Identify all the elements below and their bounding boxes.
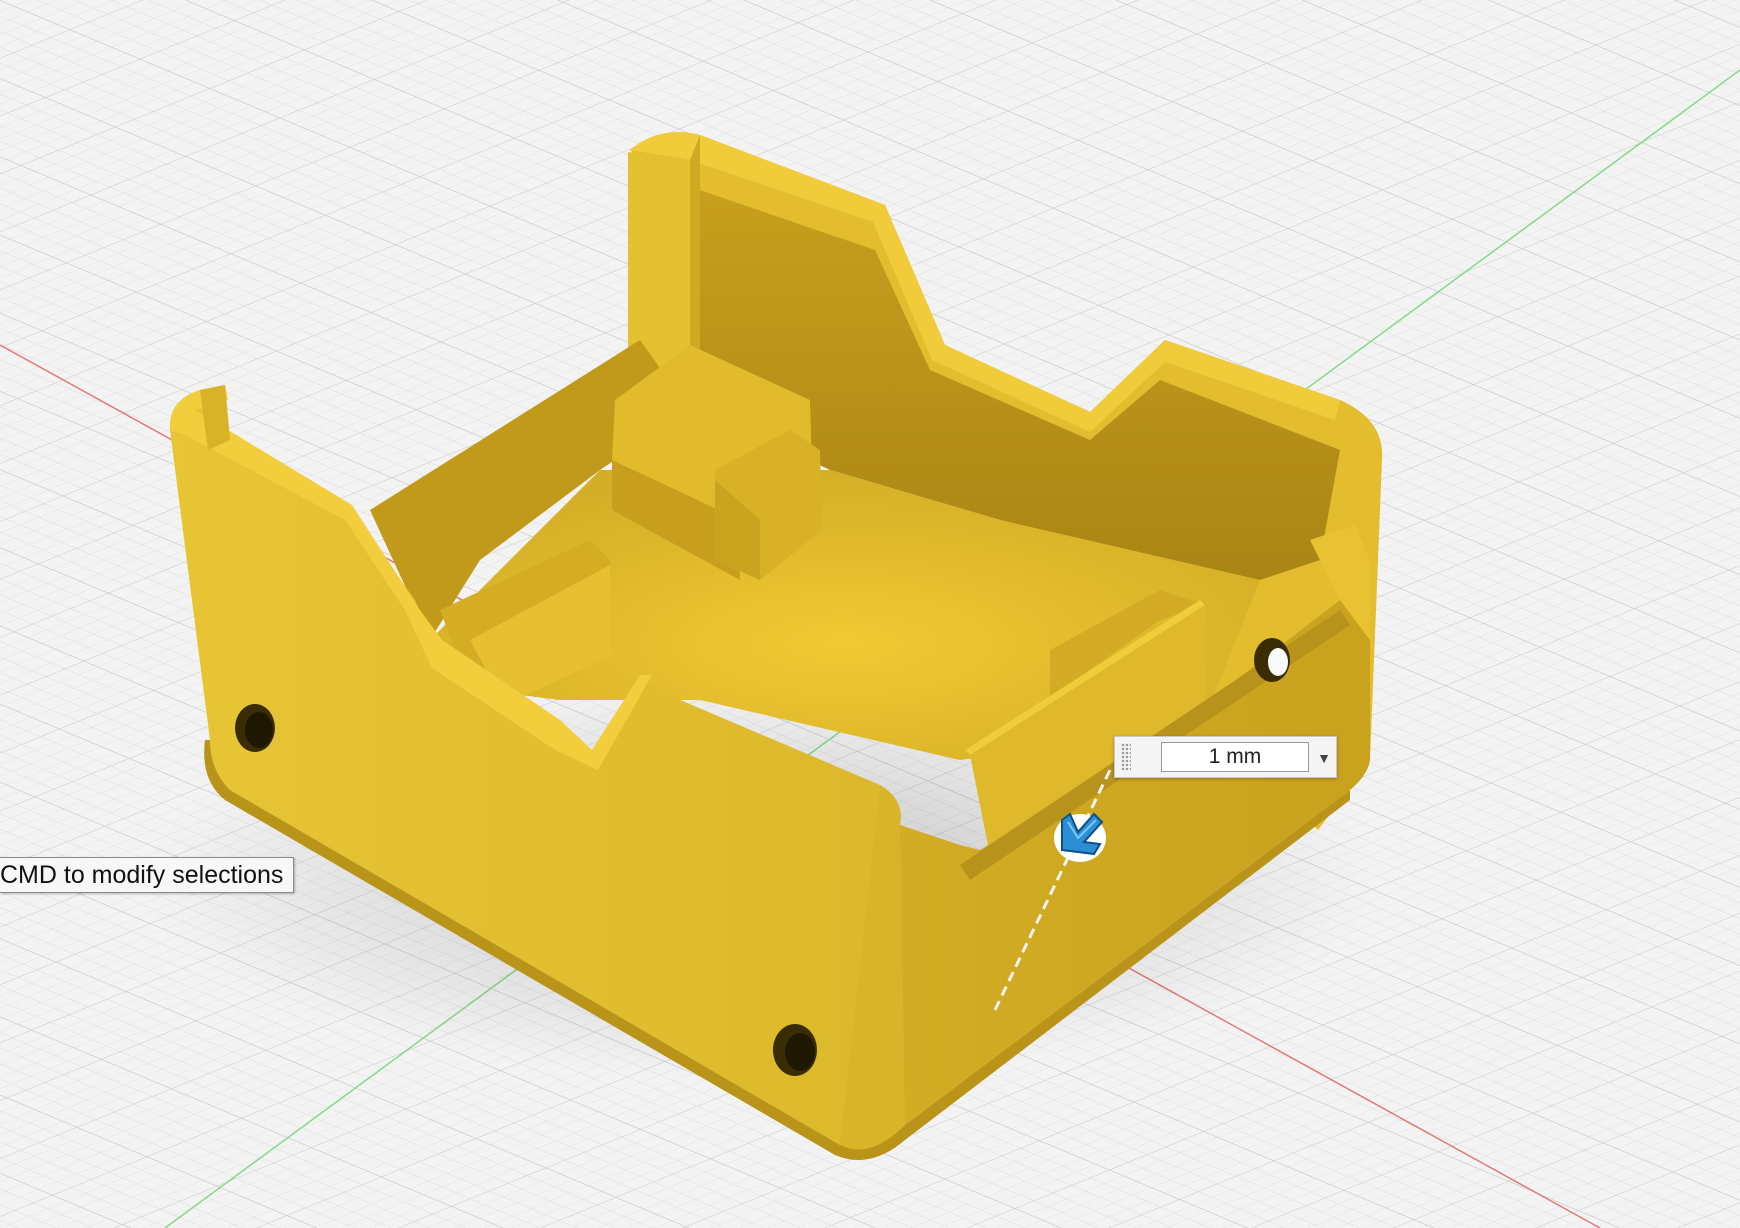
tooltip-text: CMD to modify selections [0,861,284,889]
offset-arrow-icon[interactable] [1054,812,1106,862]
canvas-viewport[interactable]: CMD to modify selections ▼ [0,0,1740,1228]
modifier-hint-tooltip: CMD to modify selections [0,857,295,893]
dimension-input-box[interactable]: ▼ [1114,736,1337,778]
drag-grip-icon[interactable] [1121,743,1131,771]
chevron-down-icon[interactable]: ▼ [1315,745,1333,771]
3d-scene[interactable] [0,0,1740,1228]
distance-input[interactable] [1161,742,1309,772]
